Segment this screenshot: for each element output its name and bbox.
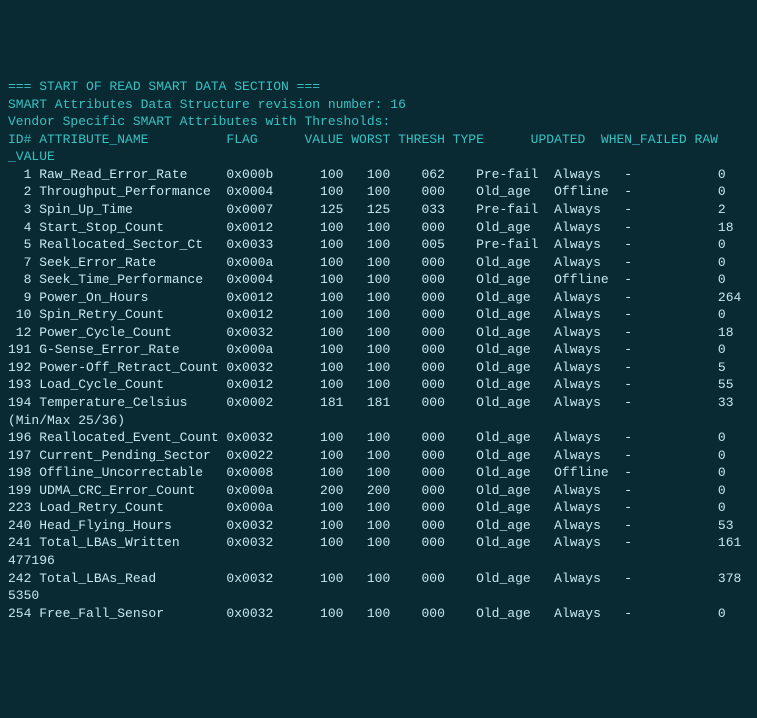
- column-header-cont: _VALUE: [8, 149, 55, 164]
- section-title: === START OF READ SMART DATA SECTION ===: [8, 79, 320, 94]
- smart-table-body: 1 Raw_Read_Error_Rate 0x000b 100 100 062…: [8, 166, 749, 622]
- vendor-line: Vendor Specific SMART Attributes with Th…: [8, 114, 390, 129]
- revision-line: SMART Attributes Data Structure revision…: [8, 97, 406, 112]
- column-header: ID# ATTRIBUTE_NAME FLAG VALUE WORST THRE…: [8, 132, 718, 147]
